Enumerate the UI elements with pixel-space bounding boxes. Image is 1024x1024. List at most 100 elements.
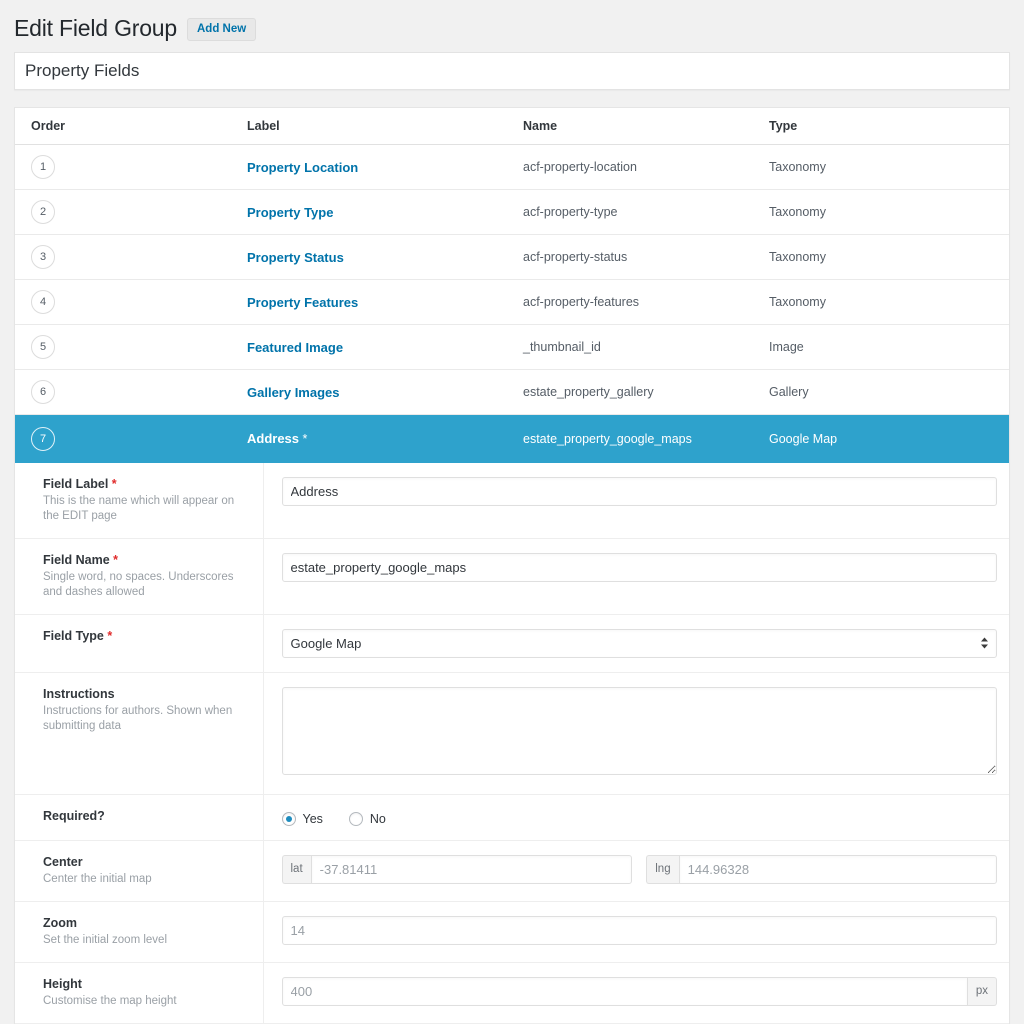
field-label-link[interactable]: Property Status (247, 250, 344, 265)
height-input-group: px (282, 977, 998, 1006)
page-title: Edit Field Group (14, 14, 177, 43)
center-lat-input[interactable] (311, 855, 633, 884)
radio-indicator (349, 812, 363, 826)
table-row[interactable]: 4 Property Features acf-property-featuresT… (15, 280, 1009, 325)
field-type-cell: Taxonomy (769, 190, 1009, 235)
field-label-link[interactable]: Property Type (247, 205, 333, 220)
field-label-link[interactable]: Property Features (247, 295, 358, 310)
field-type-cell: Taxonomy (769, 145, 1009, 190)
radio-label: Yes (303, 812, 323, 826)
required-label: Required? (43, 809, 245, 823)
table-row[interactable]: 3Property Statusacf-property-statusTaxon… (15, 235, 1009, 280)
field-name-cell: acf-property-features (523, 280, 769, 325)
field-name-input[interactable] (282, 553, 998, 582)
column-header-type: Type (769, 108, 1009, 145)
table-row[interactable]: 5 Featured Image _thumbnail_idImage (15, 325, 1009, 370)
field-label-cell: Gallery Images (247, 370, 523, 415)
setting-row-field-label: Field Label * This is the name which wil… (15, 463, 1009, 539)
table-row[interactable]: 6Gallery Imagesestate_property_galleryGa… (15, 370, 1009, 415)
table-row[interactable]: 7Address *estate_property_google_mapsGoo… (15, 415, 1009, 463)
field-label-link[interactable]: Featured Image (247, 340, 343, 355)
order-badge[interactable]: 4 (31, 290, 55, 314)
required-no-radio[interactable]: No (349, 812, 386, 826)
field-label-input-cell (263, 463, 1009, 539)
required-asterisk: * (112, 477, 117, 491)
instructions-textarea[interactable] (282, 687, 998, 775)
required-label-cell: Required? (15, 794, 263, 840)
field-label-input[interactable] (282, 477, 998, 506)
required-asterisk: * (107, 629, 112, 643)
instructions-label-cell: Instructions Instructions for authors. S… (15, 672, 263, 794)
field-name-cell: _thumbnail_id (523, 325, 769, 370)
field-label-link[interactable]: Property Location (247, 160, 358, 175)
zoom-label: Zoom (43, 916, 245, 930)
field-label-cell: Property Status (247, 235, 523, 280)
column-header-label: Label (247, 108, 523, 145)
lat-addon-label: lat (282, 855, 311, 884)
field-type-cell: Taxonomy (769, 280, 1009, 325)
field-label-description: This is the name which will appear on th… (43, 494, 245, 524)
admin-page: Edit Field Group Add New Order Label Nam… (0, 0, 1024, 1024)
setting-row-height: Height Customise the map height px (15, 962, 1009, 1023)
center-latlng-group: lat lng (282, 855, 998, 884)
height-unit-label: px (968, 977, 997, 1006)
column-header-name: Name (523, 108, 769, 145)
field-label-link[interactable]: Gallery Images (247, 385, 340, 400)
order-badge[interactable]: 6 (31, 380, 55, 404)
order-badge[interactable]: 7 (31, 427, 55, 451)
zoom-description: Set the initial zoom level (43, 933, 245, 948)
fields-table: Order Label Name Type 1 Property Location… (15, 108, 1009, 463)
field-type-select[interactable]: TextText AreaNumberEmailImageGalleryTaxo… (282, 629, 998, 658)
instructions-input-cell (263, 672, 1009, 794)
instructions-label: Instructions (43, 687, 245, 701)
page-header: Edit Field Group Add New (0, 0, 1024, 52)
field-order-cell: 2 (15, 190, 247, 235)
zoom-input-cell (263, 901, 1009, 962)
table-row[interactable]: 2Property Typeacf-property-typeTaxonomy (15, 190, 1009, 235)
setting-row-field-name: Field Name * Single word, no spaces. Und… (15, 538, 1009, 614)
field-name-cell: estate_property_gallery (523, 370, 769, 415)
field-group-title-input[interactable] (15, 61, 1009, 81)
field-order-cell: 3 (15, 235, 247, 280)
field-name-label-cell: Field Name * Single word, no spaces. Und… (15, 538, 263, 614)
setting-row-field-type: Field Type * TextText AreaNumberEmailIma… (15, 614, 1009, 672)
field-type-cell: Image (769, 325, 1009, 370)
required-yes-radio[interactable]: Yes (282, 812, 323, 826)
add-new-button[interactable]: Add New (187, 18, 256, 41)
column-header-order: Order (15, 108, 247, 145)
center-description: Center the initial map (43, 872, 245, 887)
order-badge[interactable]: 1 (31, 155, 55, 179)
setting-row-instructions: Instructions Instructions for authors. S… (15, 672, 1009, 794)
field-type-select-wrap: TextText AreaNumberEmailImageGalleryTaxo… (282, 629, 998, 658)
field-label-cell: Property Location (247, 145, 523, 190)
field-name-description: Single word, no spaces. Underscores and … (43, 570, 245, 600)
order-badge[interactable]: 5 (31, 335, 55, 359)
required-asterisk: * (113, 553, 118, 567)
field-label-cell: Property Type (247, 190, 523, 235)
center-lng-input[interactable] (679, 855, 997, 884)
table-row[interactable]: 1 Property Location acf-property-locationT… (15, 145, 1009, 190)
title-box (14, 52, 1010, 90)
center-input-cell: lat lng (263, 840, 1009, 901)
field-type-cell: Taxonomy (769, 235, 1009, 280)
required-radio-group: Yes No (282, 809, 998, 826)
center-lng-group: lng (646, 855, 997, 884)
radio-label: No (370, 812, 386, 826)
field-name-cell: acf-property-location (523, 145, 769, 190)
height-input-cell: px (263, 962, 1009, 1023)
zoom-input[interactable] (282, 916, 998, 945)
fields-metabox: Order Label Name Type 1 Property Location… (14, 107, 1010, 1024)
field-type-label: Field Type * (43, 629, 245, 643)
height-input[interactable] (282, 977, 968, 1006)
field-order-cell: 7 (15, 415, 247, 463)
setting-row-center: Center Center the initial map lat lng (15, 840, 1009, 901)
field-order-cell: 4 (15, 280, 247, 325)
instructions-description: Instructions for authors. Shown when sub… (43, 704, 245, 734)
setting-row-zoom: Zoom Set the initial zoom level (15, 901, 1009, 962)
field-order-cell: 5 (15, 325, 247, 370)
field-label-link[interactable]: Address (247, 431, 299, 446)
field-type-cell: Google Map (769, 415, 1009, 463)
order-badge[interactable]: 2 (31, 200, 55, 224)
order-badge[interactable]: 3 (31, 245, 55, 269)
field-label-label: Field Label * (43, 477, 245, 491)
